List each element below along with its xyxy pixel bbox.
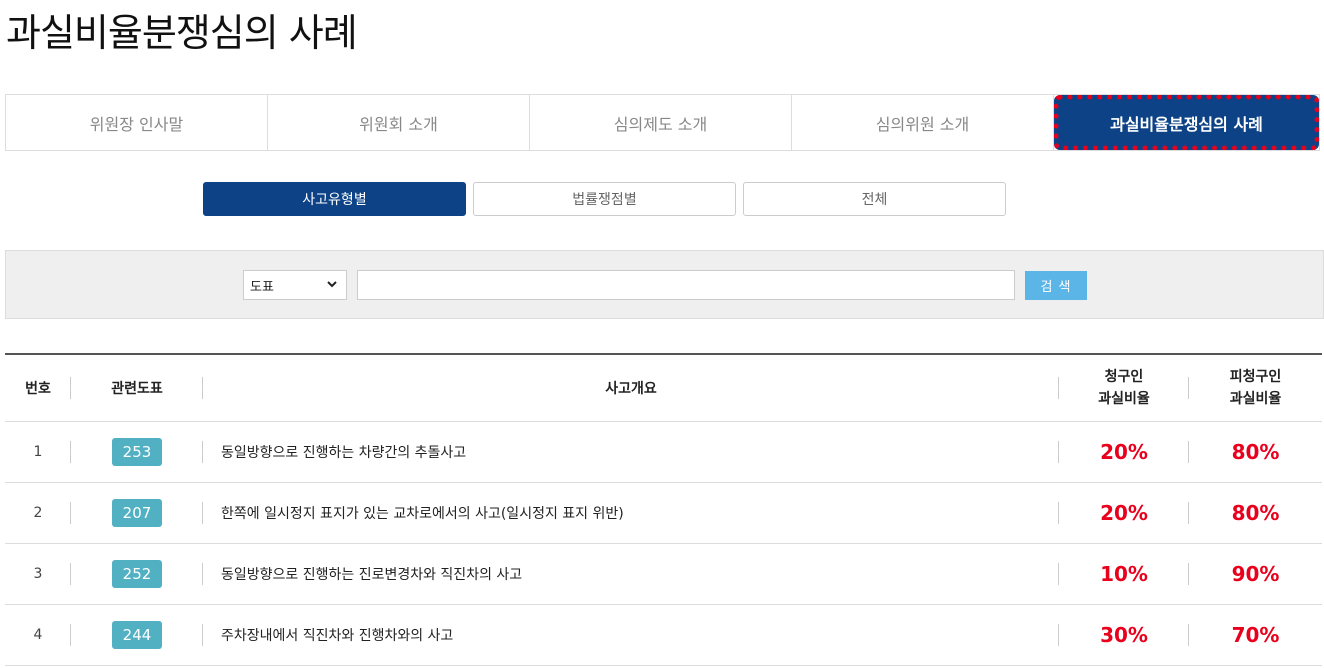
table-row[interactable]: 4 244 주차장내에서 직진차와 진행차와의 사고 30% 70% xyxy=(5,605,1322,666)
row-figure-cell: 207 xyxy=(71,483,203,543)
header-summary: 사고개요 xyxy=(203,355,1059,421)
figure-badge[interactable]: 207 xyxy=(112,499,162,527)
subtab-by-accident-type[interactable]: 사고유형별 xyxy=(203,182,466,216)
table-row[interactable]: 3 252 동일방향으로 진행하는 진로변경차와 직진차의 사고 10% 90% xyxy=(5,544,1322,605)
search-category-select[interactable]: 도표 xyxy=(243,270,347,300)
tab-review-members[interactable]: 심의위원 소개 xyxy=(792,95,1054,150)
row-no: 2 xyxy=(5,483,71,543)
respondent-ratio: 80% xyxy=(1231,440,1280,464)
tab-dispute-cases[interactable]: 과실비율분쟁심의 사례 xyxy=(1054,95,1319,150)
search-button[interactable]: 검 색 xyxy=(1025,271,1087,300)
row-no: 3 xyxy=(5,544,71,604)
row-claimant-cell: 20% xyxy=(1059,422,1189,482)
search-input[interactable] xyxy=(357,270,1015,300)
main-tabs: 위원장 인사말 위원회 소개 심의제도 소개 심의위원 소개 과실비율분쟁심의 … xyxy=(5,94,1320,151)
row-figure-cell: 252 xyxy=(71,544,203,604)
sub-tabs: 사고유형별 법률쟁점별 전체 xyxy=(203,182,1006,216)
row-summary[interactable]: 동일방향으로 진행하는 진로변경차와 직진차의 사고 xyxy=(203,544,1059,604)
header-figure: 관련도표 xyxy=(71,355,203,421)
figure-badge[interactable]: 252 xyxy=(112,560,162,588)
row-respondent-cell: 90% xyxy=(1189,544,1322,604)
row-claimant-cell: 10% xyxy=(1059,544,1189,604)
table-header: 번호 관련도표 사고개요 청구인 과실비율 피청구인 과실비율 xyxy=(5,355,1322,422)
tab-chairman-greeting[interactable]: 위원장 인사말 xyxy=(6,95,268,150)
respondent-ratio: 80% xyxy=(1231,501,1280,525)
figure-badge[interactable]: 253 xyxy=(112,438,162,466)
row-figure-cell: 253 xyxy=(71,422,203,482)
tab-committee-intro[interactable]: 위원회 소개 xyxy=(268,95,530,150)
tab-review-system[interactable]: 심의제도 소개 xyxy=(530,95,792,150)
row-respondent-cell: 80% xyxy=(1189,483,1322,543)
claimant-ratio: 20% xyxy=(1100,501,1148,525)
row-summary[interactable]: 동일방향으로 진행하는 차량간의 추돌사고 xyxy=(203,422,1059,482)
header-respondent-ratio: 피청구인 과실비율 xyxy=(1189,355,1322,421)
results-table: 번호 관련도표 사고개요 청구인 과실비율 피청구인 과실비율 1 253 동일… xyxy=(5,353,1322,666)
row-no: 1 xyxy=(5,422,71,482)
row-no: 4 xyxy=(5,605,71,665)
subtab-all[interactable]: 전체 xyxy=(743,182,1006,216)
row-respondent-cell: 70% xyxy=(1189,605,1322,665)
row-claimant-cell: 30% xyxy=(1059,605,1189,665)
chevron-down-icon xyxy=(326,278,338,293)
respondent-ratio: 70% xyxy=(1231,623,1280,647)
row-claimant-cell: 20% xyxy=(1059,483,1189,543)
table-row[interactable]: 2 207 한쪽에 일시정지 표지가 있는 교차로에서의 사고(일시정지 표지 … xyxy=(5,483,1322,544)
header-no: 번호 xyxy=(5,355,71,421)
figure-badge[interactable]: 244 xyxy=(112,621,162,649)
row-figure-cell: 244 xyxy=(71,605,203,665)
search-category-value: 도표 xyxy=(250,279,274,295)
claimant-ratio: 30% xyxy=(1100,623,1148,647)
table-row[interactable]: 1 253 동일방향으로 진행하는 차량간의 추돌사고 20% 80% xyxy=(5,422,1322,483)
header-claimant-ratio-label: 청구인 과실비율 xyxy=(1098,369,1150,407)
row-respondent-cell: 80% xyxy=(1189,422,1322,482)
page-title: 과실비율분쟁심의 사례 xyxy=(6,11,358,55)
claimant-ratio: 20% xyxy=(1100,440,1148,464)
search-box: 도표 검 색 xyxy=(5,250,1324,319)
subtab-by-legal-issue[interactable]: 법률쟁점별 xyxy=(473,182,736,216)
row-summary[interactable]: 주차장내에서 직진차와 진행차와의 사고 xyxy=(203,605,1059,665)
claimant-ratio: 10% xyxy=(1100,562,1148,586)
row-summary[interactable]: 한쪽에 일시정지 표지가 있는 교차로에서의 사고(일시정지 표지 위반) xyxy=(203,483,1059,543)
header-claimant-ratio: 청구인 과실비율 xyxy=(1059,355,1189,421)
respondent-ratio: 90% xyxy=(1231,562,1280,586)
header-respondent-ratio-label: 피청구인 과실비율 xyxy=(1229,369,1282,407)
